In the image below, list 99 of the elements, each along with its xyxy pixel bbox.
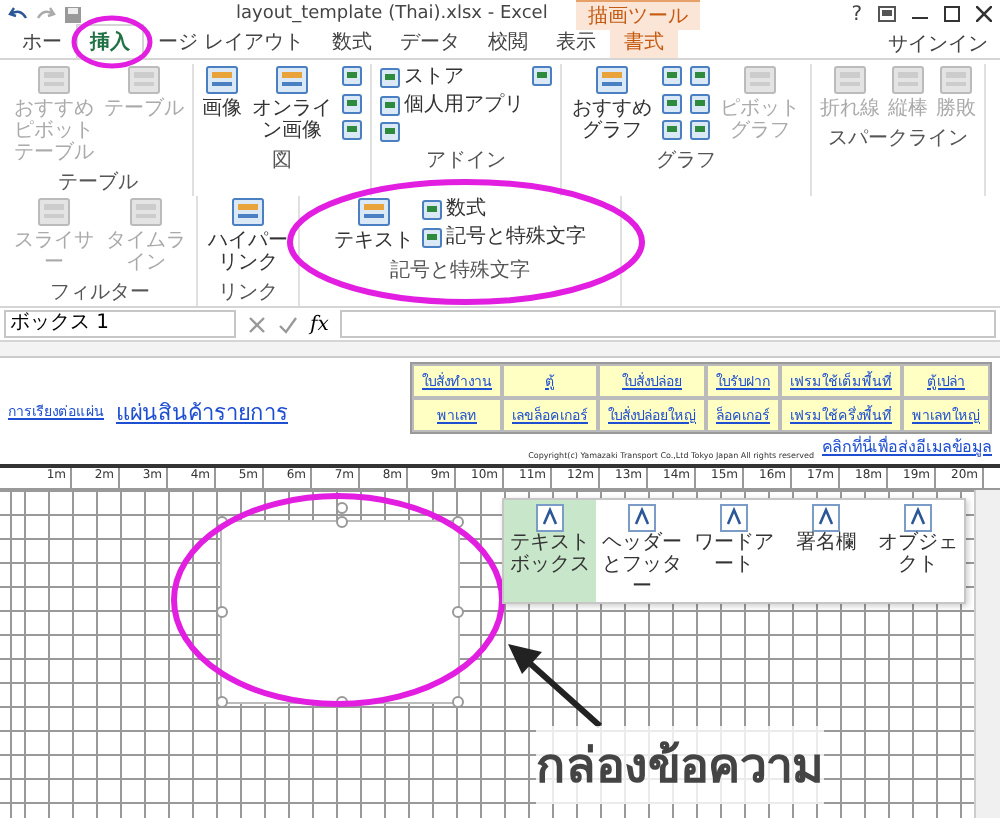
tile-icon xyxy=(342,120,362,141)
icon-button[interactable] xyxy=(688,64,712,88)
ribbon-button[interactable]: オンライン画像 xyxy=(248,64,336,144)
window-title: layout_template (Thai).xlsx - Excel xyxy=(236,4,548,24)
resize-handle[interactable] xyxy=(452,696,464,708)
tile-icon xyxy=(536,504,564,532)
tile-icon xyxy=(130,198,162,226)
vertical-scrollbar[interactable] xyxy=(974,490,1000,818)
icon-button[interactable] xyxy=(530,64,554,88)
icon-button[interactable] xyxy=(660,91,684,116)
tile-icon xyxy=(596,66,628,94)
ribbon-tab[interactable]: 数式 xyxy=(318,24,387,58)
tile-icon xyxy=(422,199,442,219)
tile-icon xyxy=(834,66,866,94)
icon-button[interactable] xyxy=(340,64,364,88)
close-icon[interactable] xyxy=(976,6,992,22)
ribbon-button[interactable]: 個人用アプリ xyxy=(378,92,526,118)
group-label: グラフ xyxy=(656,148,716,174)
tile-icon xyxy=(662,93,682,114)
tile-icon xyxy=(128,66,160,94)
group-label: 図 xyxy=(272,148,292,174)
icon-button[interactable] xyxy=(660,64,684,88)
cancel-icon[interactable] xyxy=(248,315,266,333)
ribbon-tab[interactable]: 表示 xyxy=(542,24,611,58)
ribbon-button[interactable]: おすすめグラフ xyxy=(568,64,656,144)
tile-icon xyxy=(206,66,238,94)
name-box[interactable]: ボックス 1 xyxy=(4,310,236,338)
tile-icon xyxy=(232,198,264,226)
resize-handle[interactable] xyxy=(216,606,228,618)
ribbon-tab[interactable]: 書式 xyxy=(610,24,679,58)
highlight-ellipse xyxy=(71,15,153,69)
ribbon-tab[interactable]: データ xyxy=(386,24,475,58)
ribbon-button[interactable]: 画像 xyxy=(200,64,244,122)
ribbon-button[interactable]: ハイパーリンク xyxy=(204,196,292,276)
enter-icon[interactable] xyxy=(278,315,298,333)
tile-icon xyxy=(628,504,656,532)
menu-item[interactable]: オブジェクト xyxy=(872,500,964,602)
rotate-handle[interactable] xyxy=(336,502,348,514)
icon-button[interactable] xyxy=(340,91,364,116)
group-label: アドイン xyxy=(426,148,506,174)
tile-icon xyxy=(662,66,682,86)
restore-icon[interactable] xyxy=(878,6,896,22)
menu-item[interactable]: 署名欄 xyxy=(780,500,872,602)
ribbon-tab[interactable]: ージ レイアウト xyxy=(144,24,319,58)
insert-function-button[interactable]: fx xyxy=(310,313,329,335)
group-label: 記号と特殊文字 xyxy=(390,257,530,284)
resize-handle[interactable] xyxy=(452,606,464,618)
annotation-caption: กล่องข้อความ xyxy=(536,726,824,804)
menu-item[interactable]: テキストボックス xyxy=(504,500,596,602)
group-label: リンク xyxy=(218,280,278,306)
email-link[interactable]: คลิกที่นี่เพื่อส่งอีเมลข้อมูล xyxy=(822,434,992,460)
tile-icon xyxy=(380,122,400,142)
tile-icon xyxy=(720,504,748,532)
sign-in-link[interactable]: サインイン xyxy=(888,30,1000,58)
tile-icon xyxy=(662,120,682,141)
tile-icon xyxy=(422,227,442,247)
tile-icon xyxy=(690,93,710,114)
group-label: スパークライン xyxy=(828,126,968,152)
tile-icon xyxy=(744,66,776,94)
group-label: フィルター xyxy=(50,280,150,306)
icon-button[interactable] xyxy=(660,118,684,143)
maximize-icon[interactable] xyxy=(944,6,960,22)
sheet-title[interactable]: แผ่นสินค้ารายการ xyxy=(116,393,288,429)
formula-input[interactable] xyxy=(340,310,996,338)
tile-icon xyxy=(38,198,70,226)
ribbon-tab[interactable]: ホー xyxy=(8,24,76,58)
tile-icon xyxy=(342,66,362,86)
icon-button[interactable] xyxy=(688,118,712,143)
tile-icon xyxy=(892,66,924,94)
tile-icon xyxy=(690,66,710,86)
icon-button[interactable] xyxy=(340,118,364,143)
tile-icon xyxy=(904,504,932,532)
ribbon-button[interactable]: テキスト xyxy=(332,196,416,254)
tile-icon xyxy=(380,67,400,87)
tile-icon xyxy=(940,66,972,94)
undo-icon[interactable] xyxy=(8,5,28,23)
pointer-arrow xyxy=(508,644,602,729)
resize-handle[interactable] xyxy=(336,516,348,528)
tile-icon xyxy=(532,66,552,86)
tile-icon xyxy=(690,120,710,141)
redo-icon[interactable] xyxy=(36,5,56,23)
icon-button[interactable] xyxy=(688,91,712,116)
resize-handle[interactable] xyxy=(216,696,228,708)
ribbon-button[interactable]: ストア xyxy=(378,64,526,90)
ribbon-button[interactable]: 記号と特殊文字 xyxy=(420,224,588,250)
menu-item[interactable]: ワードアート xyxy=(688,500,780,602)
menu-item[interactable]: ヘッダーとフッター xyxy=(596,500,688,602)
ribbon-button[interactable]: 数式 xyxy=(420,196,588,222)
tile-icon xyxy=(812,504,840,532)
help-button[interactable]: ? xyxy=(851,3,862,25)
ribbon-tab[interactable]: 挿入 xyxy=(76,24,144,58)
tile-icon xyxy=(380,95,400,115)
tile-icon xyxy=(276,66,308,94)
group-label: テーブル xyxy=(58,169,138,196)
tile-icon xyxy=(38,66,70,94)
tile-icon xyxy=(342,93,362,114)
tile-icon xyxy=(358,198,390,226)
save-icon[interactable] xyxy=(64,5,82,23)
ribbon-tab[interactable]: 校閲 xyxy=(474,24,543,58)
